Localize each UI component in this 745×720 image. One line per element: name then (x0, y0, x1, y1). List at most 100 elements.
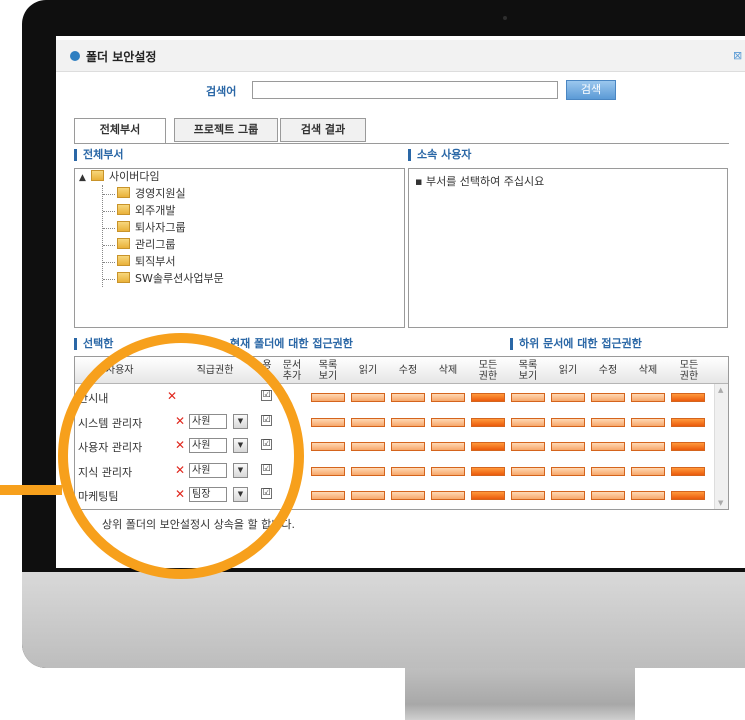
apply-checkbox[interactable]: ☑ (261, 390, 272, 401)
permission-toggle[interactable] (431, 466, 465, 476)
permission-toggle[interactable] (351, 417, 385, 427)
tab-project-group[interactable]: 프로젝트 그룹 (174, 118, 278, 142)
tree-node[interactable]: 퇴직부서 (117, 254, 175, 270)
permission-toggle[interactable] (471, 393, 505, 402)
table-row[interactable]: 사용자 관리자 ✕ 사원 ▼ ☑ (75, 434, 715, 458)
col-sub-list-view: 목록 보기 (518, 359, 538, 382)
permission-toggle[interactable] (311, 491, 345, 500)
monitor-chin (22, 572, 745, 668)
chevron-down-icon[interactable]: ▼ (233, 413, 248, 429)
chevron-down-icon[interactable]: ▼ (233, 438, 248, 453)
apply-checkbox[interactable]: ☑ (261, 488, 272, 499)
permission-toggle[interactable] (471, 491, 505, 500)
permission-toggle[interactable] (351, 393, 385, 402)
permission-toggle[interactable] (311, 393, 345, 402)
tree-node[interactable]: 경영지원실 (117, 186, 186, 202)
permission-toggle[interactable] (591, 442, 625, 451)
permission-toggle[interactable] (511, 491, 545, 500)
permission-toggle[interactable] (431, 442, 465, 451)
permission-toggle[interactable] (471, 466, 505, 476)
permission-toggle[interactable] (311, 466, 345, 476)
table-row[interactable]: 안시내 ✕ ☑ (75, 385, 715, 409)
permission-toggle[interactable] (631, 466, 665, 476)
inherit-notice-secondary (60, 534, 440, 546)
tab-divider (74, 143, 729, 144)
search-button[interactable]: 검색 (566, 80, 616, 100)
remove-user-icon[interactable]: ✕ (175, 414, 185, 428)
remove-user-icon[interactable]: ✕ (167, 389, 177, 403)
remove-user-icon[interactable]: ✕ (175, 463, 185, 477)
permission-toggle[interactable] (511, 442, 545, 451)
permission-toggle[interactable] (671, 393, 705, 402)
permission-toggle[interactable] (551, 442, 585, 451)
permission-toggle[interactable] (391, 466, 425, 476)
permission-toggle[interactable] (591, 393, 625, 402)
apply-checkbox[interactable]: ☑ (261, 414, 272, 426)
permission-toggle[interactable] (671, 491, 705, 500)
scroll-down-icon[interactable]: ▼ (718, 499, 723, 507)
folder-icon (117, 204, 130, 215)
permission-toggle[interactable] (631, 393, 665, 402)
tree-connector (102, 185, 103, 287)
permission-toggle[interactable] (631, 417, 665, 427)
table-row[interactable]: 시스템 관리자 ✕ 사원 ▼ ☑ (75, 410, 715, 434)
tree-node-root[interactable]: 사이버다임 (91, 169, 160, 185)
permission-toggle[interactable] (671, 442, 705, 451)
permission-toggle[interactable] (311, 442, 345, 451)
permission-toggle[interactable] (631, 491, 665, 500)
permission-toggle[interactable] (511, 466, 545, 476)
permission-toggle[interactable] (551, 417, 585, 427)
tree-collapse-icon[interactable]: ▲ (79, 173, 86, 183)
close-icon[interactable]: ⊠ (733, 50, 743, 62)
permission-toggle[interactable] (471, 442, 505, 451)
chevron-down-icon[interactable]: ▼ (233, 487, 248, 502)
permission-toggle[interactable] (431, 393, 465, 402)
dialog-titlebar: 폴더 보안설정 ⊠ (56, 40, 745, 72)
permission-toggle[interactable] (671, 466, 705, 476)
permission-toggle[interactable] (591, 417, 625, 427)
permission-toggle[interactable] (511, 393, 545, 402)
permission-toggle[interactable] (511, 417, 545, 427)
table-row[interactable]: 지식 관리자 ✕ 사원 ▼ ☑ (75, 459, 715, 483)
permission-toggle[interactable] (591, 491, 625, 500)
permission-toggle[interactable] (351, 466, 385, 476)
tree-node[interactable]: 퇴사자그룹 (117, 220, 186, 236)
permission-toggle[interactable] (551, 466, 585, 476)
permission-toggle[interactable] (671, 417, 705, 427)
tree-node[interactable]: SW솔루션사업부문 (117, 271, 224, 287)
permission-toggle[interactable] (591, 466, 625, 476)
permission-toggle[interactable] (551, 491, 585, 500)
position-select[interactable]: 사원 (189, 413, 227, 429)
permission-toggle[interactable] (471, 417, 505, 427)
permission-toggle[interactable] (311, 417, 345, 427)
scroll-up-icon[interactable]: ▲ (718, 386, 723, 394)
permission-toggle[interactable] (391, 393, 425, 402)
search-input[interactable] (252, 81, 558, 99)
permission-toggle[interactable] (551, 393, 585, 402)
apply-checkbox[interactable]: ☑ (261, 463, 272, 475)
permission-toggle[interactable] (431, 491, 465, 500)
tree-node[interactable]: 외주개발 (117, 203, 175, 219)
tab-all-departments[interactable]: 전체부서 (74, 118, 166, 144)
tree-node[interactable]: 관리그룹 (117, 237, 175, 253)
table-scrollbar[interactable]: ▲ ▼ (714, 384, 728, 509)
position-select[interactable]: 팀장 (189, 487, 227, 502)
permission-toggle[interactable] (391, 442, 425, 451)
row-user-name: 시스템 관리자 (78, 416, 143, 430)
permission-toggle[interactable] (431, 417, 465, 427)
permission-toggle[interactable] (351, 442, 385, 451)
permission-toggle[interactable] (351, 491, 385, 500)
remove-user-icon[interactable]: ✕ (175, 438, 185, 452)
col-delete: 삭제 (438, 365, 458, 376)
remove-user-icon[interactable]: ✕ (175, 487, 185, 501)
table-row[interactable]: 마케팅팀 ✕ 팀장 ▼ ☑ (75, 483, 715, 507)
position-select[interactable]: 사원 (189, 462, 227, 478)
apply-checkbox[interactable]: ☑ (261, 439, 272, 450)
permission-toggle[interactable] (631, 442, 665, 451)
row-user-name: 사용자 관리자 (78, 441, 143, 454)
position-select[interactable]: 사원 (189, 438, 227, 453)
permission-toggle[interactable] (391, 417, 425, 427)
chevron-down-icon[interactable]: ▼ (233, 462, 248, 478)
permission-toggle[interactable] (391, 491, 425, 500)
tab-search-results[interactable]: 검색 결과 (280, 118, 366, 142)
